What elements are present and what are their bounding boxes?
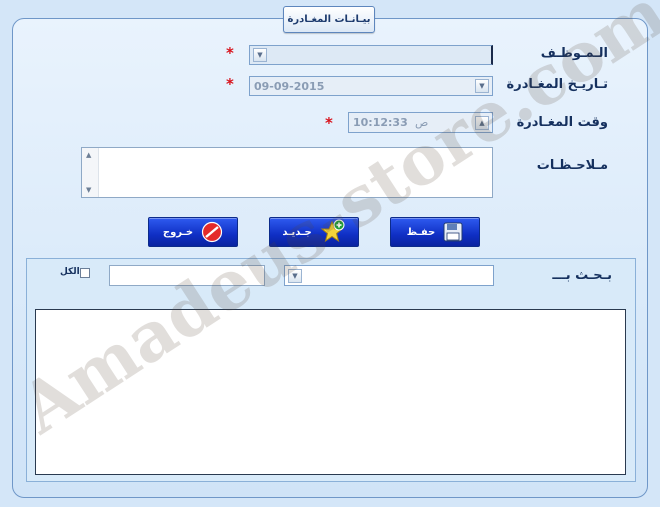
date-picker[interactable]: 09-09-2015 ▼ xyxy=(249,76,493,96)
date-label: تـاريـخ المغـادرة xyxy=(506,77,608,92)
scroll-up-icon[interactable]: ▲ xyxy=(86,151,91,159)
time-picker[interactable]: 10:12:33 ص ▲ xyxy=(348,112,493,133)
form-title: بيـانـات المغـادرة xyxy=(283,6,375,33)
notes-label: مـلاحـظـات xyxy=(536,158,608,173)
employee-label: الـمـوظـف xyxy=(540,46,608,61)
notes-textarea[interactable]: ▲ ▼ xyxy=(81,147,493,198)
no-entry-icon xyxy=(202,221,223,243)
chevron-down-icon[interactable]: ▼ xyxy=(253,48,267,62)
all-checkbox[interactable] xyxy=(80,268,90,278)
scroll-down-icon[interactable]: ▼ xyxy=(86,186,91,194)
exit-button-label: خـروج xyxy=(162,226,194,238)
time-spin-icon[interactable]: ▲ xyxy=(475,116,489,130)
new-button[interactable]: جـديـد xyxy=(269,217,359,247)
date-value: 09-09-2015 xyxy=(254,79,325,93)
floppy-disk-icon xyxy=(443,222,463,242)
save-button[interactable]: حفـظ xyxy=(390,217,480,247)
date-required-mark: * xyxy=(226,75,234,93)
all-checkbox-label: الكل xyxy=(60,267,80,277)
time-label: وقت المغـادرة xyxy=(516,115,608,130)
search-input[interactable] xyxy=(109,265,265,286)
results-grid[interactable] xyxy=(35,309,626,475)
time-required-mark: * xyxy=(325,114,333,132)
search-label: بـحـث بـــ xyxy=(552,268,612,283)
chevron-down-icon[interactable]: ▼ xyxy=(475,79,489,93)
star-add-icon xyxy=(320,219,345,243)
search-field-combo[interactable]: ▼ xyxy=(284,265,494,286)
time-ampm: ص xyxy=(415,116,429,129)
notes-scrollbar[interactable]: ▲ ▼ xyxy=(82,148,99,197)
chevron-down-icon[interactable]: ▼ xyxy=(288,269,302,283)
employee-required-mark: * xyxy=(226,44,234,62)
time-value: 10:12:33 xyxy=(353,116,408,129)
employee-combo[interactable]: ▼ xyxy=(249,45,493,65)
exit-button[interactable]: خـروج xyxy=(148,217,238,247)
save-button-label: حفـظ xyxy=(406,226,436,238)
new-button-label: جـديـد xyxy=(282,226,312,238)
